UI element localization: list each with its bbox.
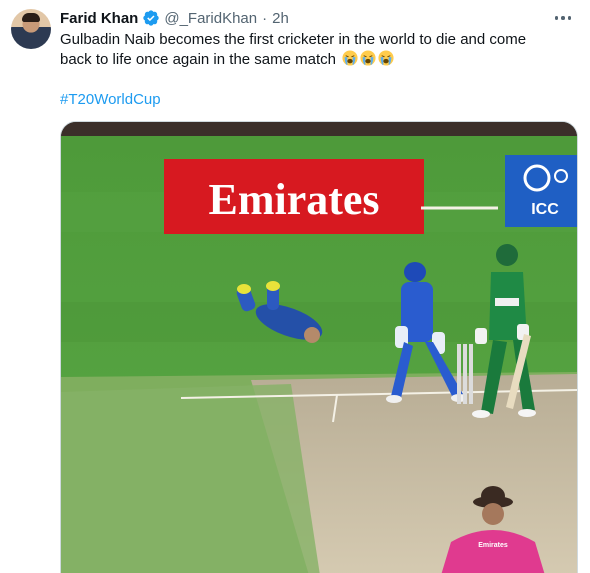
icc-board: ICC [505, 155, 577, 227]
hashtag-link[interactable]: #T20WorldCup [60, 90, 161, 110]
loudly-crying-face-icon [342, 50, 358, 66]
tweet-text: Gulbadin Naib becomes the first crickete… [60, 30, 560, 70]
timestamp[interactable]: 2h [272, 10, 289, 27]
tweet-video[interactable]: Emirates ICC Emirates [60, 121, 578, 573]
loudly-crying-face-icon [378, 50, 394, 66]
tweet-header: Farid Khan @_FaridKhan · 2h [60, 8, 289, 28]
cricket-field-scene: Emirates ICC Emirates [61, 122, 577, 573]
emirates-banner: Emirates [164, 159, 424, 234]
handle[interactable]: @_FaridKhan [164, 10, 257, 27]
stumps [457, 344, 473, 404]
separator-dot: · [262, 9, 268, 27]
umpire-shirt-text: Emirates [478, 542, 508, 549]
loudly-crying-face-icon [360, 50, 376, 66]
tweet-body: Gulbadin Naib becomes the first crickete… [60, 31, 527, 68]
icc-text: ICC [531, 201, 559, 218]
display-name[interactable]: Farid Khan [60, 10, 138, 27]
verified-badge-icon[interactable] [142, 9, 160, 27]
emirates-banner-text: Emirates [208, 175, 379, 224]
tweet-card[interactable]: Farid Khan @_FaridKhan · 2h Gulbadin Nai… [0, 0, 590, 573]
avatar[interactable] [11, 9, 51, 49]
more-options-icon[interactable] [550, 8, 576, 28]
